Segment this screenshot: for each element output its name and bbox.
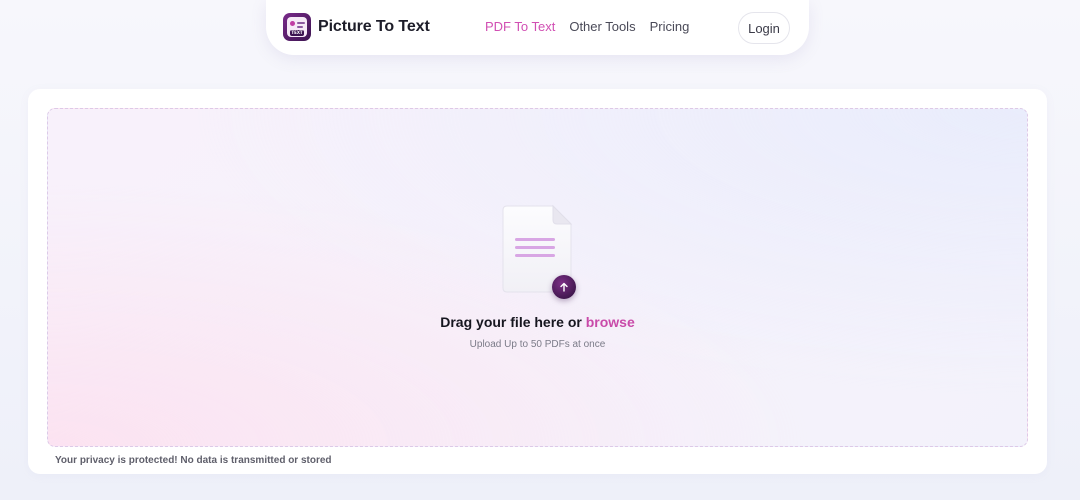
logo-tag: TEXT <box>290 30 304 36</box>
file-dropzone[interactable]: Drag your file here or browse Upload Up … <box>47 108 1028 447</box>
brand-name: Picture To Text <box>318 18 430 35</box>
upload-card: Drag your file here or browse Upload Up … <box>28 89 1047 474</box>
nav-link-pricing[interactable]: Pricing <box>650 19 690 34</box>
picture-to-text-logo-icon: TEXT <box>283 13 311 41</box>
login-button[interactable]: Login <box>738 12 790 44</box>
browse-link[interactable]: browse <box>586 314 635 330</box>
privacy-note: Your privacy is protected! No data is tr… <box>55 455 332 466</box>
main-nav: PDF To Text Other Tools Pricing <box>485 19 689 34</box>
upload-arrow-icon <box>552 275 576 299</box>
nav-link-pdf-to-text[interactable]: PDF To Text <box>485 19 555 34</box>
brand[interactable]: TEXT Picture To Text <box>283 13 430 41</box>
drag-instruction: Drag your file here or browse <box>48 314 1027 330</box>
drag-text: Drag your file here or <box>440 314 582 330</box>
nav-link-other-tools[interactable]: Other Tools <box>569 19 635 34</box>
top-navbar: TEXT Picture To Text PDF To Text Other T… <box>266 0 809 55</box>
upload-limit-note: Upload Up to 50 PDFs at once <box>469 339 606 350</box>
